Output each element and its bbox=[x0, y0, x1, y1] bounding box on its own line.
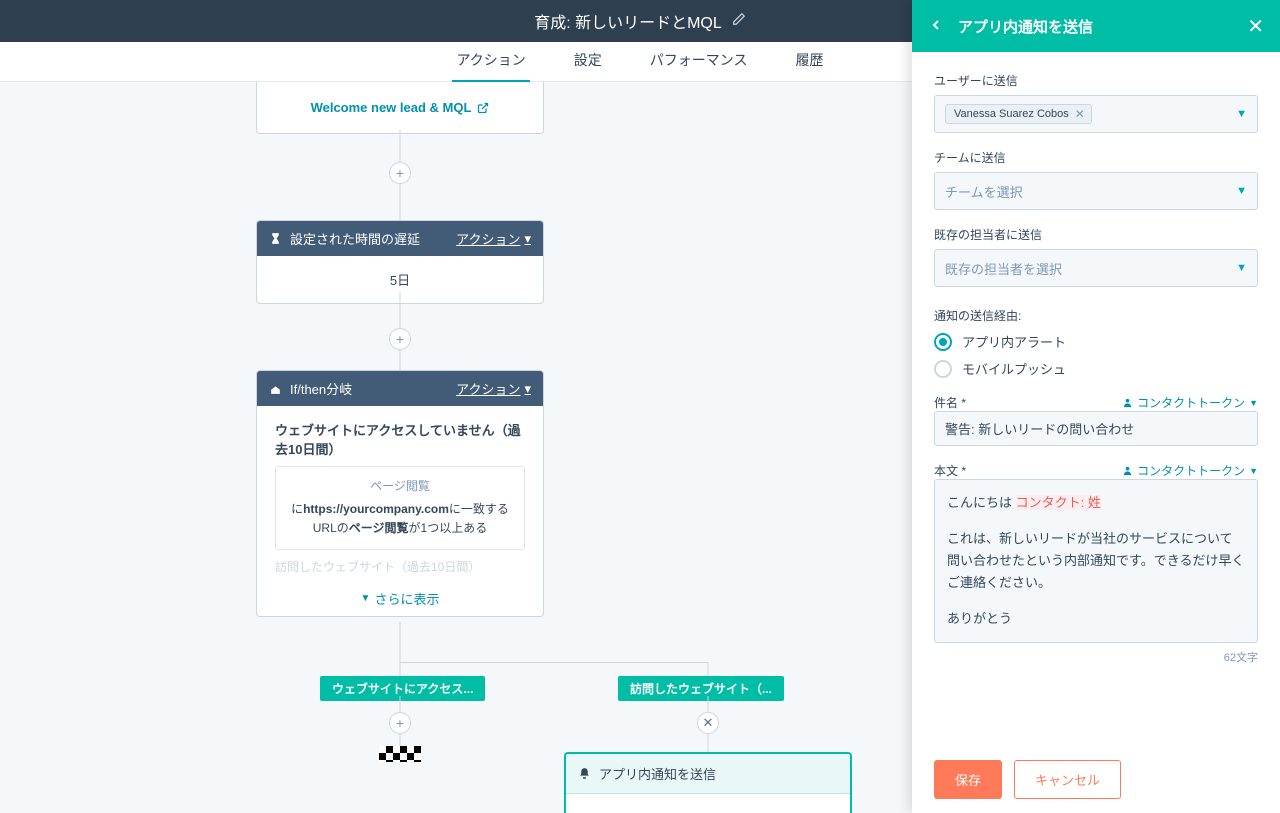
tab-settings[interactable]: 設定 bbox=[570, 40, 606, 83]
body-editor[interactable]: こんにちは コンタクト: 姓 これは、新しいリードが当社のサービスについて問い合… bbox=[934, 479, 1258, 643]
radio-push[interactable]: モバイルプッシュ bbox=[934, 359, 1258, 378]
appnode-body: 設定しています bbox=[566, 793, 850, 813]
panel-header: アプリ内通知を送信 ✕ bbox=[912, 0, 1280, 52]
radio-icon bbox=[934, 333, 952, 351]
chip-remove-icon[interactable]: ✕ bbox=[1075, 107, 1085, 121]
tab-actions[interactable]: アクション bbox=[452, 40, 529, 83]
node-welcome[interactable]: Welcome new lead & MQL bbox=[256, 82, 544, 134]
panel-body: ユーザーに送信 Vanessa Suarez Cobos ✕ ▼ チームに送信 … bbox=[912, 52, 1280, 746]
subject-input[interactable] bbox=[934, 411, 1258, 446]
connector bbox=[400, 662, 401, 677]
label-send-owner: 既存の担当者に送信 bbox=[934, 226, 1258, 243]
appnode-title: アプリ内通知を送信 bbox=[599, 764, 716, 783]
branch-label-left[interactable]: ウェブサイトにアクセス... bbox=[320, 676, 485, 701]
branch-label-right[interactable]: 訪問したウェブサイト（... bbox=[618, 676, 784, 701]
select-send-user[interactable]: Vanessa Suarez Cobos ✕ ▼ bbox=[934, 95, 1258, 133]
user-chip: Vanessa Suarez Cobos ✕ bbox=[945, 104, 1092, 124]
title-text: 育成: 新しいリードとMQL bbox=[534, 9, 722, 33]
chevron-down-icon: ▼ bbox=[361, 593, 371, 604]
label-send-team: チームに送信 bbox=[934, 149, 1258, 166]
workflow-end-icon bbox=[379, 746, 421, 762]
node-branch[interactable]: If/then分岐 アクション ▾ ウェブサイトにアクセスしていません（過去10… bbox=[256, 370, 544, 617]
side-panel: アプリ内通知を送信 ✕ ユーザーに送信 Vanessa Suarez Cobos… bbox=[912, 0, 1280, 813]
close-branch-button[interactable]: ✕ bbox=[697, 712, 719, 734]
delay-action-dropdown[interactable]: アクション ▾ bbox=[456, 229, 531, 248]
body-token-chip[interactable]: コンタクト: 姓 bbox=[1016, 495, 1101, 510]
panel-back-button[interactable] bbox=[928, 17, 944, 36]
cancel-button[interactable]: キャンセル bbox=[1014, 760, 1121, 799]
body-token-link[interactable]: コンタクトトークン ▼ bbox=[1122, 462, 1258, 479]
caret-down-icon: ▼ bbox=[1236, 185, 1247, 197]
canvas[interactable]: Welcome new lead & MQL + 設定された時間の遅延 アクショ… bbox=[0, 82, 912, 813]
bell-icon bbox=[578, 767, 591, 780]
tab-history[interactable]: 履歴 bbox=[792, 40, 828, 83]
select-send-team[interactable]: チームを選択 ▼ bbox=[934, 172, 1258, 210]
welcome-label: Welcome new lead & MQL bbox=[311, 100, 472, 115]
add-step-button[interactable]: + bbox=[389, 162, 411, 184]
label-delivery: 通知の送信経由: bbox=[934, 307, 1258, 324]
node-app-notification[interactable]: アプリ内通知を送信 設定しています bbox=[564, 752, 852, 813]
caret-down-icon: ▼ bbox=[1236, 262, 1247, 274]
contact-icon bbox=[1122, 465, 1133, 476]
external-link-icon bbox=[477, 102, 489, 114]
label-body: 本文 * bbox=[934, 462, 966, 479]
welcome-link[interactable]: Welcome new lead & MQL bbox=[311, 100, 490, 115]
subcard-title: ページ閲覧 bbox=[288, 477, 512, 496]
tab-performance[interactable]: パフォーマンス bbox=[646, 40, 752, 83]
contact-icon bbox=[1122, 397, 1133, 408]
branch-title: If/then分岐 bbox=[290, 379, 352, 398]
add-step-button[interactable]: + bbox=[389, 328, 411, 350]
select-send-owner[interactable]: 既存の担当者を選択 ▼ bbox=[934, 249, 1258, 287]
branch-icon bbox=[269, 382, 282, 395]
delay-title: 設定された時間の遅延 bbox=[290, 229, 420, 248]
caret-down-icon: ▼ bbox=[1249, 466, 1258, 476]
caret-down-icon: ▼ bbox=[1249, 398, 1258, 408]
panel-title: アプリ内通知を送信 bbox=[958, 16, 1233, 37]
connector bbox=[708, 662, 709, 677]
label-send-user: ユーザーに送信 bbox=[934, 72, 1258, 89]
panel-footer: 保存 キャンセル bbox=[912, 746, 1280, 813]
save-button[interactable]: 保存 bbox=[934, 760, 1002, 799]
branch-action-dropdown[interactable]: アクション ▾ bbox=[456, 379, 531, 398]
edit-title-icon[interactable] bbox=[732, 12, 746, 31]
char-count: 62文字 bbox=[934, 649, 1258, 665]
hourglass-icon bbox=[269, 232, 282, 245]
radio-inapp[interactable]: アプリ内アラート bbox=[934, 332, 1258, 351]
connector bbox=[400, 662, 708, 663]
branch-faded: 訪問したウェブサイト（過去10日間） bbox=[275, 558, 525, 575]
add-step-button[interactable]: + bbox=[389, 712, 411, 734]
radio-icon bbox=[934, 360, 952, 378]
workflow-title: 育成: 新しいリードとMQL bbox=[534, 9, 746, 33]
connector bbox=[400, 622, 401, 662]
caret-down-icon: ▼ bbox=[1236, 108, 1247, 120]
branch-subcard: ページ閲覧 にhttps://yourcompany.comに一致するURLのペ… bbox=[275, 466, 525, 550]
panel-close-button[interactable]: ✕ bbox=[1247, 14, 1264, 39]
branch-condition: ウェブサイトにアクセスしていません（過去10日間） bbox=[275, 420, 525, 458]
subject-token-link[interactable]: コンタクトトークン ▼ bbox=[1122, 394, 1258, 411]
label-subject: 件名 * bbox=[934, 394, 966, 411]
show-more-link[interactable]: ▼ さらに表示 bbox=[257, 581, 543, 616]
